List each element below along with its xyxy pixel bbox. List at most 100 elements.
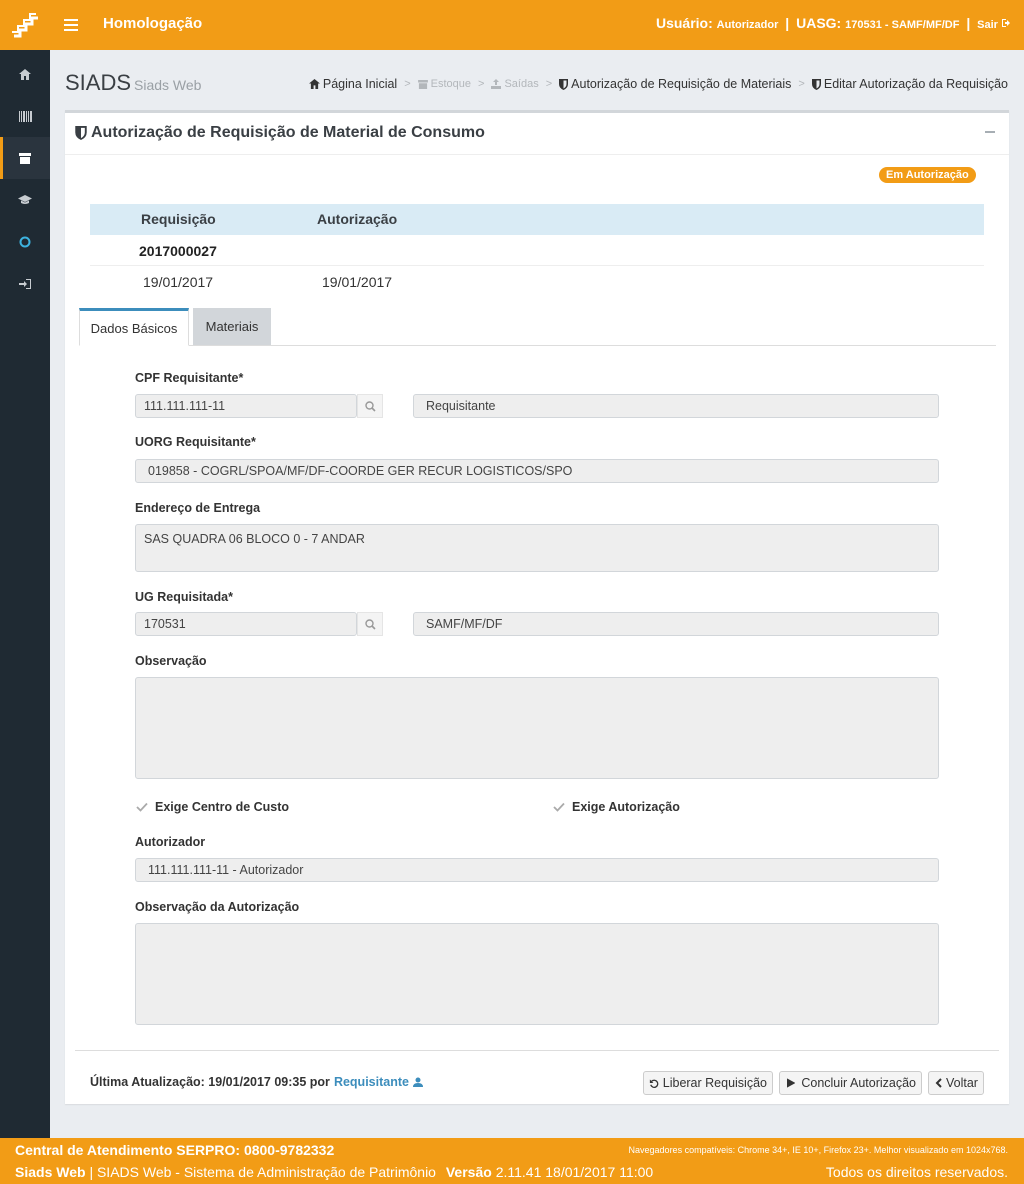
last-update-user-link[interactable]: Requisitante	[334, 1075, 423, 1089]
checkbox-box[interactable]	[552, 800, 566, 814]
table-row: 19/01/2017 19/01/2017	[90, 266, 984, 297]
voltar-button[interactable]: Voltar	[928, 1071, 984, 1095]
liberar-requisicao-label: Liberar Requisição	[662, 1076, 767, 1090]
endereco-label: Endereço de Entrega	[135, 501, 261, 515]
ug-search-button[interactable]	[357, 612, 383, 636]
breadcrumb-arrow: >	[545, 78, 553, 90]
system-info: Siads Web | SIADS Web - Sistema de Admin…	[15, 1164, 653, 1180]
sidebar	[0, 50, 50, 1138]
sidebar-item-home[interactable]	[0, 53, 50, 95]
checkbox-box[interactable]	[135, 800, 149, 814]
concluir-autorizacao-label: Concluir Autorização	[801, 1076, 916, 1090]
user-info: Usuário: Autorizador | UASG: 170531 - SA…	[656, 15, 1012, 31]
breadcrumb-arrow: >	[798, 78, 805, 90]
archive-icon	[417, 79, 428, 89]
table-row: 2017000027	[90, 235, 984, 266]
breadcrumb-saidas-label: Saídas	[504, 78, 539, 90]
liberar-requisicao-button[interactable]: Liberar Requisição	[643, 1071, 773, 1095]
panel-title: Autorização de Requisição de Material de…	[75, 124, 485, 142]
logo-icon	[12, 13, 38, 38]
footer-brand: Siads Web	[15, 1164, 86, 1180]
last-update-user: Requisitante	[333, 1075, 409, 1089]
archive-icon	[19, 152, 31, 164]
concluir-autorizacao-button[interactable]: Concluir Autorização	[779, 1071, 922, 1095]
breadcrumb-home[interactable]: Página Inicial	[308, 77, 398, 91]
observacao-textarea[interactable]	[135, 677, 939, 779]
sidebar-item-graduation[interactable]	[0, 179, 50, 221]
user-value: Autorizador	[716, 19, 779, 31]
search-icon	[364, 618, 376, 630]
footer-version-value: 2.11.41 18/01/2017 11:00	[495, 1164, 654, 1180]
app-title: SIADS	[65, 70, 132, 95]
requisicao-table: Requisição Autorização 2017000027 19/01/…	[90, 204, 984, 297]
barcode-icon	[18, 110, 32, 122]
sidebar-item-barcode[interactable]	[0, 95, 50, 137]
sidebar-item-circle[interactable]	[0, 221, 50, 263]
user-label: Usuário:	[655, 15, 713, 31]
observacao-label: Observação	[135, 654, 207, 668]
breadcrumb-arrow: >	[404, 78, 411, 90]
divider	[75, 1050, 999, 1051]
exige-centro-custo-label: Exige Centro de Custo	[155, 800, 290, 814]
tab-materiais[interactable]: Materiais	[193, 308, 271, 345]
uorg-label: UORG Requisitante*	[135, 435, 256, 449]
breadcrumb-autorizacao[interactable]: Autorização de Requisição de Materiais	[559, 77, 791, 91]
exige-centro-custo-checkbox[interactable]: Exige Centro de Custo	[135, 800, 289, 814]
footer-system-name: | SIADS Web - Sistema de Administração d…	[89, 1164, 436, 1180]
logout-link[interactable]: Sair	[977, 19, 1012, 31]
breadcrumb: Página Inicial > Estoque > Saídas > Auto…	[308, 77, 1008, 91]
tab-dados-basicos[interactable]: Dados Básicos	[79, 308, 189, 346]
separator: |	[785, 15, 790, 31]
table-header: Requisição Autorização	[90, 204, 984, 235]
graduation-cap-icon	[18, 195, 32, 204]
breadcrumb-home-label: Página Inicial	[322, 77, 398, 91]
endereco-textarea[interactable]: SAS QUADRA 06 BLOCO 0 - 7 ANDAR	[135, 524, 939, 572]
ug-input[interactable]: 170531	[135, 612, 357, 636]
logout-label: Sair	[977, 19, 998, 31]
last-update-label: Última Atualização: 19/01/2017 09:35 por	[90, 1075, 330, 1089]
uasg-value: 170531 - SAMF/MF/DF	[845, 19, 960, 31]
voltar-label: Voltar	[946, 1076, 978, 1090]
collapse-icon[interactable]	[985, 131, 995, 133]
cpf-input[interactable]: 111.111.111-11	[135, 394, 357, 418]
requisicao-date: 19/01/2017	[143, 274, 214, 290]
last-update: Última Atualização: 19/01/2017 09:35 por…	[90, 1075, 423, 1089]
requisitante-name-input[interactable]: Requisitante	[413, 394, 939, 418]
sidebar-item-archive[interactable]	[0, 137, 50, 179]
separator: |	[966, 15, 971, 31]
panel-title-text: Autorização de Requisição de Material de…	[91, 124, 485, 141]
autorizador-input[interactable]: 111.111.111-11 - Autorizador	[135, 858, 939, 882]
ug-name-input[interactable]: SAMF/MF/DF	[413, 612, 939, 636]
ug-label: UG Requisitada*	[135, 590, 233, 604]
autorizacao-date: 19/01/2017	[322, 274, 393, 290]
header-autorizacao: Autorização	[317, 211, 398, 227]
requisicao-number: 2017000027	[139, 243, 217, 259]
breadcrumb-estoque-label: Estoque	[430, 78, 472, 90]
exige-autorizacao-label: Exige Autorização	[572, 800, 680, 814]
breadcrumb-saidas[interactable]: Saídas	[491, 78, 539, 90]
exige-autorizacao-checkbox[interactable]: Exige Autorização	[552, 800, 680, 814]
cpf-label: CPF Requisitante*	[135, 371, 244, 385]
page-footer: Central de Atendimento SERPRO: 0800-9782…	[0, 1138, 1024, 1184]
uasg-label: UASG:	[796, 15, 842, 31]
sidebar-item-sign-in[interactable]	[0, 263, 50, 305]
environment-title: Homologação	[103, 15, 203, 32]
breadcrumb-estoque[interactable]: Estoque	[417, 78, 472, 90]
search-icon	[364, 400, 376, 412]
header-requisicao: Requisição	[141, 211, 216, 227]
sign-in-icon	[18, 279, 31, 289]
shield-icon	[559, 78, 569, 90]
menu-toggle-icon[interactable]	[64, 16, 78, 32]
undo-icon	[649, 1079, 659, 1088]
upload-icon	[491, 79, 502, 89]
cpf-search-button[interactable]	[357, 394, 383, 418]
siads-logo[interactable]	[0, 0, 50, 50]
shield-icon	[811, 78, 821, 90]
breadcrumb-autorizacao-label: Autorização de Requisição de Materiais	[571, 77, 792, 91]
breadcrumb-editar[interactable]: Editar Autorização da Requisição	[811, 77, 1008, 91]
home-icon	[19, 68, 31, 80]
app-subtitle: Siads Web	[134, 77, 202, 93]
tab-bar: Dados Básicos Materiais	[79, 308, 996, 346]
obs-autorizacao-textarea[interactable]	[135, 923, 939, 1025]
uorg-input[interactable]: 019858 - COGRL/SPOA/MF/DF-COORDE GER REC…	[135, 459, 939, 483]
